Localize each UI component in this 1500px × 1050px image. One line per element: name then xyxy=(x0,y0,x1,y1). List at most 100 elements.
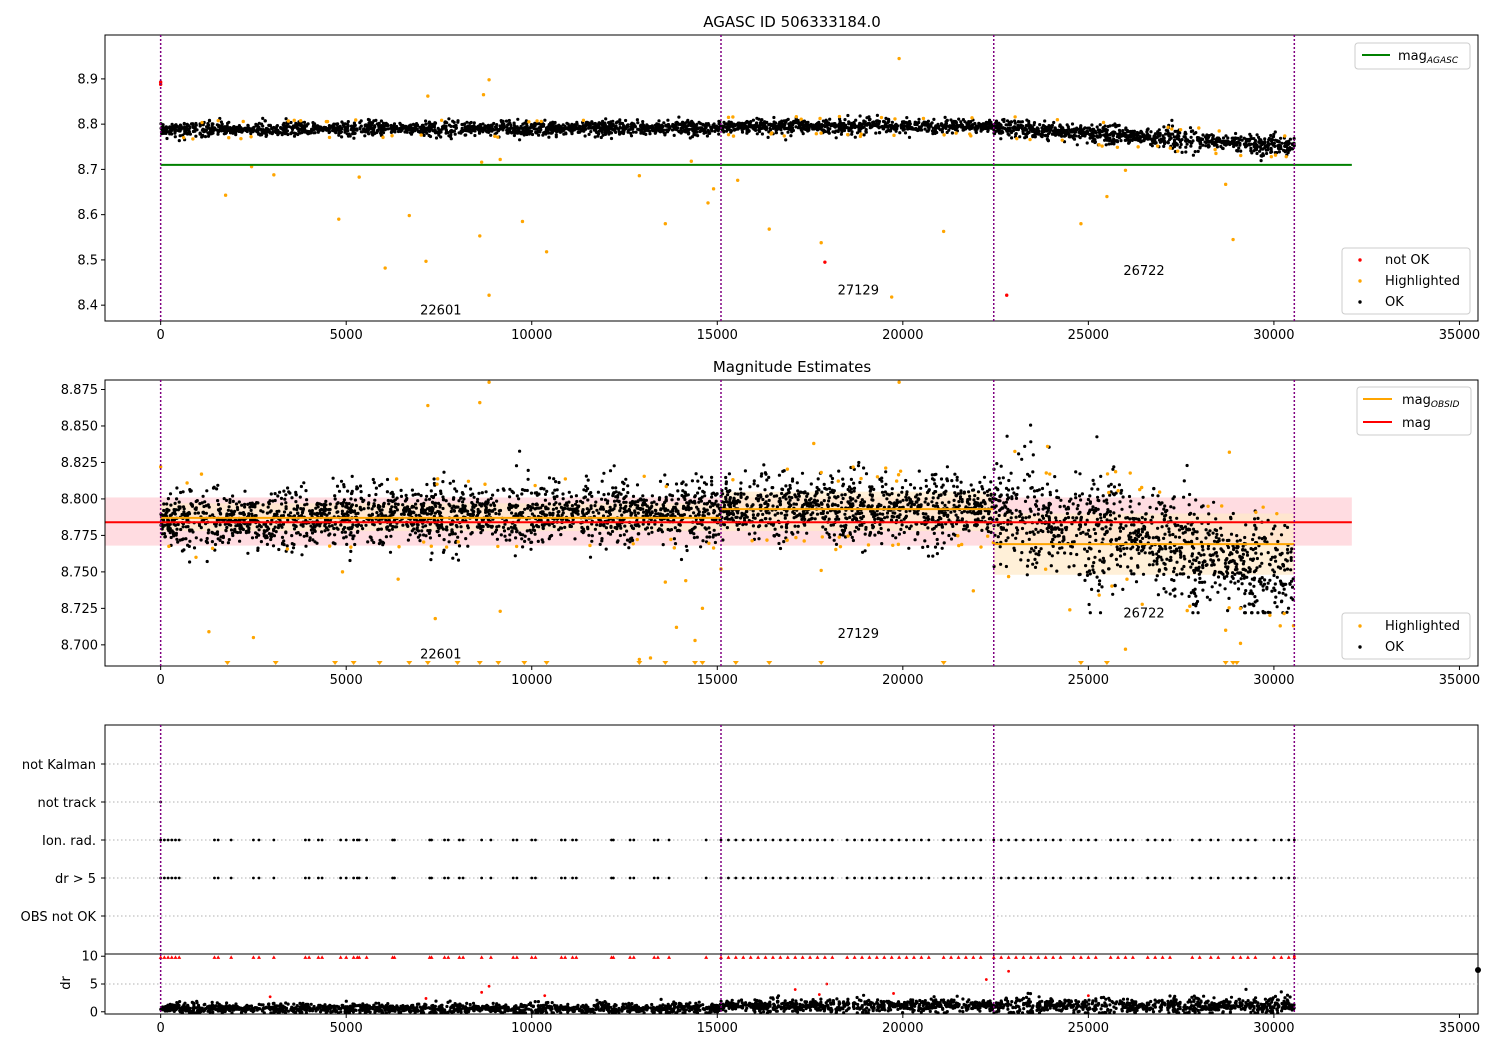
ok-point xyxy=(735,127,740,131)
ok-point xyxy=(454,505,459,509)
ok-point xyxy=(804,122,808,126)
ok-point xyxy=(489,133,493,137)
ok-point xyxy=(182,548,186,552)
ok-point xyxy=(657,527,662,531)
ok-point xyxy=(502,529,507,533)
ok-point xyxy=(657,123,661,127)
ok-point xyxy=(207,132,211,136)
ok-point xyxy=(600,122,604,126)
ok-point xyxy=(915,128,919,132)
ok-point xyxy=(263,119,267,123)
ok-point xyxy=(1005,129,1009,133)
ok-point xyxy=(468,126,472,130)
ok-point xyxy=(1069,134,1073,138)
ok-point xyxy=(240,503,244,507)
highlighted-point xyxy=(581,118,586,123)
ok-point xyxy=(1090,123,1094,127)
ok-point xyxy=(219,120,223,124)
ok-point xyxy=(633,510,637,514)
ok-point xyxy=(1045,134,1050,138)
ok-point xyxy=(589,130,593,134)
ok-point xyxy=(571,128,575,132)
ok-point xyxy=(535,503,539,507)
ok-point xyxy=(405,523,409,527)
ok-point xyxy=(527,537,531,541)
ok-point xyxy=(552,477,556,481)
ok-point xyxy=(618,518,622,522)
ok-point xyxy=(364,523,368,527)
highlighted-point xyxy=(544,250,549,254)
ok-point xyxy=(609,136,614,141)
ok-point xyxy=(1234,131,1238,136)
ok-point xyxy=(618,533,623,538)
ok-point xyxy=(642,131,646,136)
ok-point xyxy=(464,537,468,541)
ok-point xyxy=(684,544,689,548)
ok-point xyxy=(343,530,347,534)
ok-point xyxy=(659,508,663,512)
ok-point xyxy=(554,506,559,510)
ok-point xyxy=(676,489,680,493)
ok-point xyxy=(456,558,461,562)
ok-point xyxy=(472,495,476,499)
highlighted-point xyxy=(535,119,539,123)
ok-point xyxy=(772,115,776,120)
ok-point xyxy=(974,130,979,135)
ok-point xyxy=(182,122,186,126)
ok-point xyxy=(495,537,499,541)
ok-point xyxy=(1170,124,1175,128)
ok-point xyxy=(320,530,324,534)
ok-point xyxy=(747,123,751,127)
ok-point xyxy=(653,128,657,132)
ok-point xyxy=(1191,153,1195,157)
highlighted-point xyxy=(426,94,430,98)
ok-point xyxy=(626,123,630,127)
ok-point xyxy=(1248,132,1252,136)
ok-point xyxy=(1035,128,1040,132)
ok-point xyxy=(457,544,462,548)
ok-point xyxy=(340,509,344,513)
ok-point xyxy=(258,133,262,137)
ok-point xyxy=(710,129,714,133)
ok-point xyxy=(611,122,615,127)
ok-point xyxy=(588,123,593,127)
ok-point xyxy=(1259,138,1263,142)
ok-point xyxy=(746,130,750,134)
ok-point xyxy=(200,501,204,505)
ok-point xyxy=(598,542,602,547)
ok-point xyxy=(201,133,205,138)
ok-point xyxy=(497,512,501,516)
ok-point xyxy=(321,128,325,133)
ok-point xyxy=(612,499,617,503)
ok-point xyxy=(1269,150,1273,154)
ok-point xyxy=(452,120,456,124)
ok-point xyxy=(698,129,702,134)
ok-point xyxy=(730,129,734,133)
ok-point xyxy=(514,536,518,540)
ok-point xyxy=(360,130,365,134)
ok-point xyxy=(1160,138,1164,142)
ok-point xyxy=(784,138,788,142)
ok-point xyxy=(862,119,866,123)
ok-point xyxy=(1109,142,1113,146)
ok-point xyxy=(420,529,424,533)
ok-point xyxy=(1273,144,1277,148)
ok-point xyxy=(1145,130,1149,134)
ok-point xyxy=(557,480,561,485)
ok-point xyxy=(662,506,666,510)
ok-point xyxy=(512,133,517,138)
ok-point xyxy=(175,124,179,128)
ok-point xyxy=(680,481,684,486)
highlighted-point xyxy=(794,114,799,119)
ok-point xyxy=(1054,131,1058,135)
ok-point xyxy=(558,502,562,506)
not-ok-point xyxy=(823,260,827,264)
ok-point xyxy=(539,487,543,491)
ok-point xyxy=(379,129,383,133)
ok-point xyxy=(464,133,468,137)
ok-point xyxy=(587,533,591,537)
ok-point xyxy=(215,487,219,491)
ok-point xyxy=(453,532,457,536)
xtick-label: 35000 xyxy=(1439,328,1480,343)
ok-point xyxy=(287,490,291,494)
